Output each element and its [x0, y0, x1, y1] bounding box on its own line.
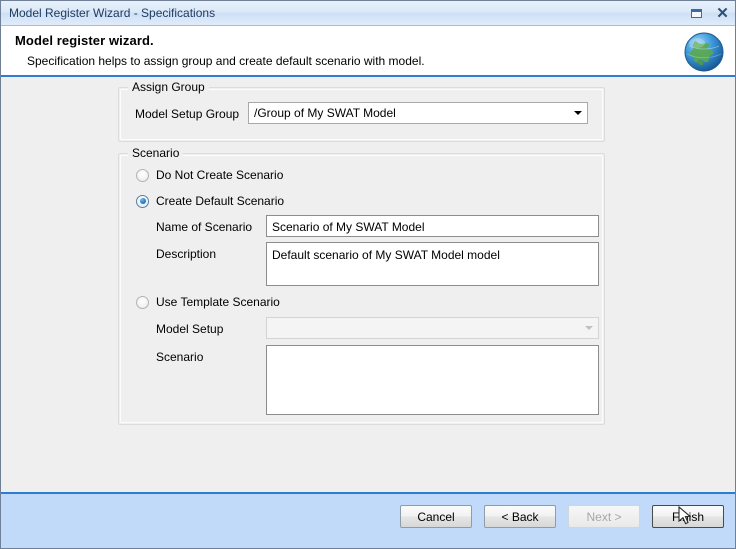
radio-create-default-scenario[interactable]: Create Default Scenario — [136, 194, 284, 208]
globe-icon — [684, 32, 724, 72]
finish-button[interactable]: Finish — [652, 505, 724, 528]
restore-button[interactable] — [688, 6, 705, 21]
name-of-scenario-label: Name of Scenario — [156, 220, 253, 234]
radio-label-create-default: Create Default Scenario — [156, 194, 285, 208]
radio-label-use-template: Use Template Scenario — [156, 295, 280, 309]
window-controls: ✕ — [688, 1, 731, 26]
description-textarea[interactable]: Default scenario of My SWAT Model model — [266, 242, 599, 286]
radio-indicator-use-template[interactable] — [136, 295, 149, 309]
window-title: Model Register Wizard - Specifications — [9, 6, 216, 20]
wizard-body: Assign Group Model Setup Group /Group of… — [1, 77, 735, 492]
description-label: Description — [156, 247, 217, 261]
scenario-legend: Scenario — [128, 146, 184, 160]
assign-group-legend: Assign Group — [128, 80, 209, 94]
back-button[interactable]: < Back — [484, 505, 556, 528]
page-title: Model register wizard. — [15, 33, 154, 48]
template-model-setup-label: Model Setup — [156, 322, 224, 336]
close-icon: ✕ — [716, 5, 729, 22]
model-setup-group-label: Model Setup Group — [135, 107, 240, 121]
name-of-scenario-input[interactable]: Scenario of My SWAT Model — [266, 215, 599, 237]
footer-button-group: Cancel < Back Next > Finish — [400, 505, 724, 528]
scenario-panel: Scenario Do Not Create Scenario Create D… — [118, 146, 605, 425]
radio-indicator-create-default[interactable] — [136, 194, 149, 208]
chevron-down-icon-disabled — [579, 326, 598, 330]
restore-icon — [691, 9, 702, 18]
chevron-down-icon[interactable] — [568, 111, 587, 115]
title-bar: Model Register Wizard - Specifications ✕ — [1, 1, 735, 26]
model-setup-group-combobox[interactable]: /Group of My SWAT Model — [248, 102, 588, 124]
wizard-header: Model register wizard. Specification hel… — [1, 26, 735, 77]
radio-indicator-do-not-create[interactable] — [136, 168, 149, 182]
radio-do-not-create-scenario[interactable]: Do Not Create Scenario — [136, 168, 283, 182]
close-button[interactable]: ✕ — [714, 6, 731, 21]
radio-use-template-scenario[interactable]: Use Template Scenario — [136, 295, 280, 309]
next-button: Next > — [568, 505, 640, 528]
page-subtitle: Specification helps to assign group and … — [27, 54, 425, 68]
template-scenario-label: Scenario — [156, 350, 204, 364]
radio-label-do-not-create: Do Not Create Scenario — [156, 168, 284, 182]
assign-group-panel: Assign Group Model Setup Group /Group of… — [118, 80, 605, 142]
template-scenario-textarea[interactable] — [266, 345, 599, 415]
wizard-window: Model Register Wizard - Specifications ✕… — [0, 0, 736, 549]
template-model-setup-combobox[interactable] — [266, 317, 599, 339]
model-setup-group-value: /Group of My SWAT Model — [254, 106, 396, 120]
cancel-button[interactable]: Cancel — [400, 505, 472, 528]
wizard-footer: Cancel < Back Next > Finish — [1, 492, 735, 548]
